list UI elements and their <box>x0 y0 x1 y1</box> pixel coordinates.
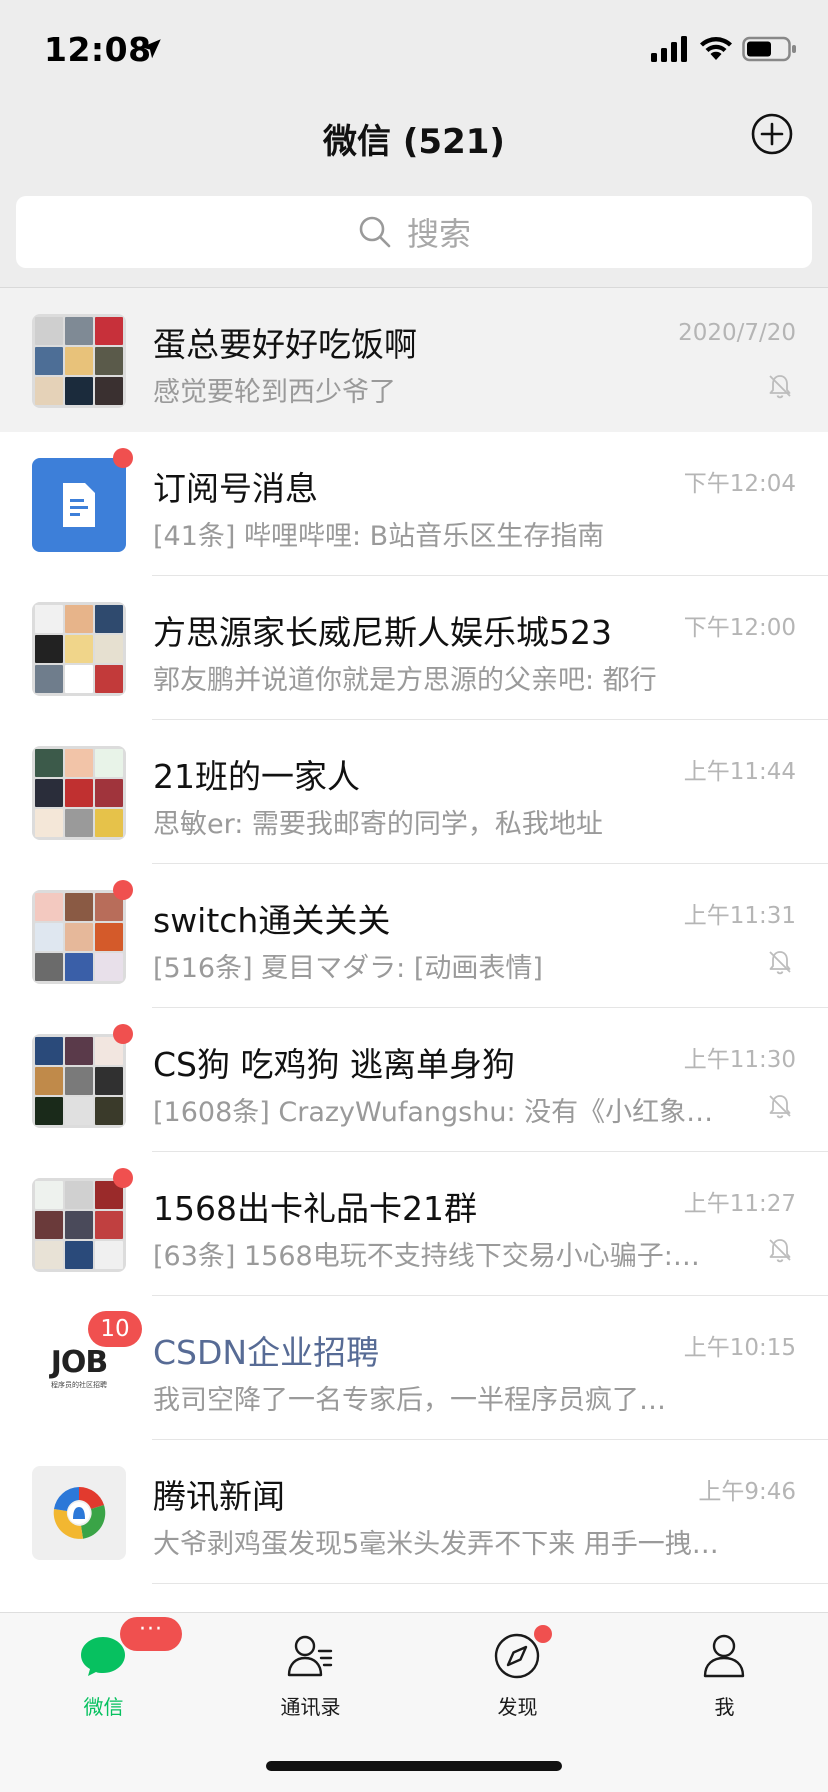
chat-name: CSDN企业招聘 <box>153 1333 380 1372</box>
group-avatar <box>32 314 126 408</box>
cellular-signal-icon <box>651 36 687 62</box>
chat-name: 1568出卡礼品卡21群 <box>153 1189 477 1228</box>
chat-preview: [41条] 哔哩哔哩: B站音乐区生存指南 <box>153 521 605 552</box>
group-avatar <box>32 602 126 696</box>
battery-icon <box>742 36 796 62</box>
search-input[interactable]: 搜索 <box>16 196 812 268</box>
title-bar: 微信 (521) <box>0 100 828 196</box>
chat-item[interactable]: switch通关关关 [516条] 夏目マダラ: [动画表情] 上午11:31 <box>0 864 828 1008</box>
person-icon <box>703 1634 745 1678</box>
chat-time: 上午11:44 <box>683 759 796 785</box>
unread-dot <box>113 1168 133 1188</box>
chat-item[interactable]: 腾讯新闻 大爷剥鸡蛋发现5毫米头发弄不下来 用手一拽吓坏 上午9:46 <box>0 1440 828 1584</box>
location-arrow-icon <box>141 39 161 59</box>
tab-label: 通讯录 <box>280 1695 341 1719</box>
tab-label: 微信 <box>83 1695 124 1719</box>
search-icon <box>359 216 391 248</box>
chat-time: 上午11:27 <box>683 1191 796 1217</box>
chat-time: 下午12:00 <box>683 615 796 641</box>
mute-bell-icon <box>769 1095 791 1119</box>
search-inner: 搜索 <box>16 196 812 268</box>
mute-bell-icon <box>769 1239 791 1263</box>
chat-preview: 思敏er: 需要我邮寄的同学，私我地址 <box>153 809 603 840</box>
tab-chats[interactable]: ··· 微信 <box>0 1613 207 1723</box>
subscription-avatar <box>32 458 126 552</box>
unread-dot <box>113 880 133 900</box>
chat-preview: 大爷剥鸡蛋发现5毫米头发弄不下来 用手一拽吓坏 <box>153 1529 721 1560</box>
mute-bell-icon <box>769 951 791 975</box>
unread-count-badge: 10 <box>88 1311 142 1347</box>
job-logo-text: JOB <box>50 1345 109 1380</box>
page-title: 微信 (521) <box>323 122 505 162</box>
tab-contacts[interactable]: 通讯录 <box>207 1613 414 1723</box>
chat-time: 上午9:46 <box>698 1479 796 1505</box>
chat-item[interactable]: CS狗 吃鸡狗 逃离单身狗 [1608条] CrazyWufangshu: 没有… <box>0 1008 828 1152</box>
chat-name: 腾讯新闻 <box>153 1477 285 1516</box>
chat-time: 上午11:31 <box>683 903 796 929</box>
chat-item[interactable]: 方思源家长威尼斯人娱乐城523 郭友鹏并说道你就是方思源的父亲吧: 都行 下午1… <box>0 576 828 720</box>
more-dots-badge: ··· <box>120 1617 182 1651</box>
chat-item[interactable]: JOB 程序员的社区招聘 10 CSDN企业招聘 我司空降了一名专家后，一半程序… <box>0 1296 828 1440</box>
group-avatar <box>32 1034 126 1128</box>
discover-unread-dot <box>534 1625 552 1643</box>
tab-label: 我 <box>714 1695 735 1719</box>
contacts-icon <box>287 1635 333 1677</box>
chat-name: 21班的一家人 <box>153 757 360 796</box>
mute-bell-icon <box>769 375 791 399</box>
add-button[interactable] <box>750 112 794 156</box>
search-placeholder: 搜索 <box>406 215 471 253</box>
chat-list: 蛋总要好好吃饭啊 感觉要轮到西少爷了 2020/7/20 订阅号消息 [41条]… <box>0 288 828 1612</box>
chat-preview: [516条] 夏目マダラ: [动画表情] <box>153 953 543 984</box>
tencent-news-logo-icon <box>53 1486 106 1539</box>
chat-item[interactable]: 订阅号消息 [41条] 哔哩哔哩: B站音乐区生存指南 下午12:04 <box>0 432 828 576</box>
tab-label: 发现 <box>497 1695 538 1719</box>
tab-discover[interactable]: 发现 <box>414 1613 621 1723</box>
chat-name: 方思源家长威尼斯人娱乐城523 <box>153 613 612 652</box>
job-logo-subtext: 程序员的社区招聘 <box>51 1381 107 1389</box>
top-header: 12:08 微信 (521) 搜索 <box>0 0 828 288</box>
tab-bar: ··· 微信 通讯录 发现 我 <box>0 1612 828 1792</box>
chat-name: CS狗 吃鸡狗 逃离单身狗 <box>153 1045 515 1084</box>
wifi-icon <box>700 37 732 60</box>
chat-preview: 郭友鹏并说道你就是方思源的父亲吧: 都行 <box>153 665 657 696</box>
unread-dot <box>113 1024 133 1044</box>
chat-preview: 我司空降了一名专家后，一半程序员疯了… <box>153 1385 666 1416</box>
tab-me[interactable]: 我 <box>621 1613 828 1723</box>
chat-time: 上午10:15 <box>683 1335 796 1361</box>
chat-item[interactable]: 21班的一家人 思敏er: 需要我邮寄的同学，私我地址 上午11:44 <box>0 720 828 864</box>
status-time: 12:08 <box>44 30 152 69</box>
status-bar: 12:08 <box>0 0 828 100</box>
group-avatar <box>32 890 126 984</box>
news-logo-avatar <box>32 1466 126 1560</box>
chat-name: switch通关关关 <box>153 901 391 940</box>
group-avatar <box>32 1178 126 1272</box>
group-avatar <box>32 746 126 840</box>
document-icon <box>63 483 95 527</box>
chat-item[interactable]: 1568出卡礼品卡21群 [63条] 1568电玩不支持线下交易小心骗子:… 上… <box>0 1152 828 1296</box>
home-indicator[interactable] <box>266 1761 562 1771</box>
chat-name: 订阅号消息 <box>153 469 318 508</box>
chat-preview: 感觉要轮到西少爷了 <box>153 377 396 408</box>
chat-time: 下午12:04 <box>683 471 796 497</box>
unread-dot <box>113 448 133 468</box>
chat-time: 上午11:30 <box>683 1047 796 1073</box>
chat-item[interactable]: 蛋总要好好吃饭啊 感觉要轮到西少爷了 2020/7/20 <box>0 288 828 432</box>
chat-time: 2020/7/20 <box>678 320 796 346</box>
chat-name: 蛋总要好好吃饭啊 <box>153 325 417 364</box>
chat-preview: [63条] 1568电玩不支持线下交易小心骗子:… <box>153 1241 700 1272</box>
chat-preview: [1608条] CrazyWufangshu: 没有《小红象… <box>153 1097 714 1128</box>
divider <box>152 1583 828 1584</box>
